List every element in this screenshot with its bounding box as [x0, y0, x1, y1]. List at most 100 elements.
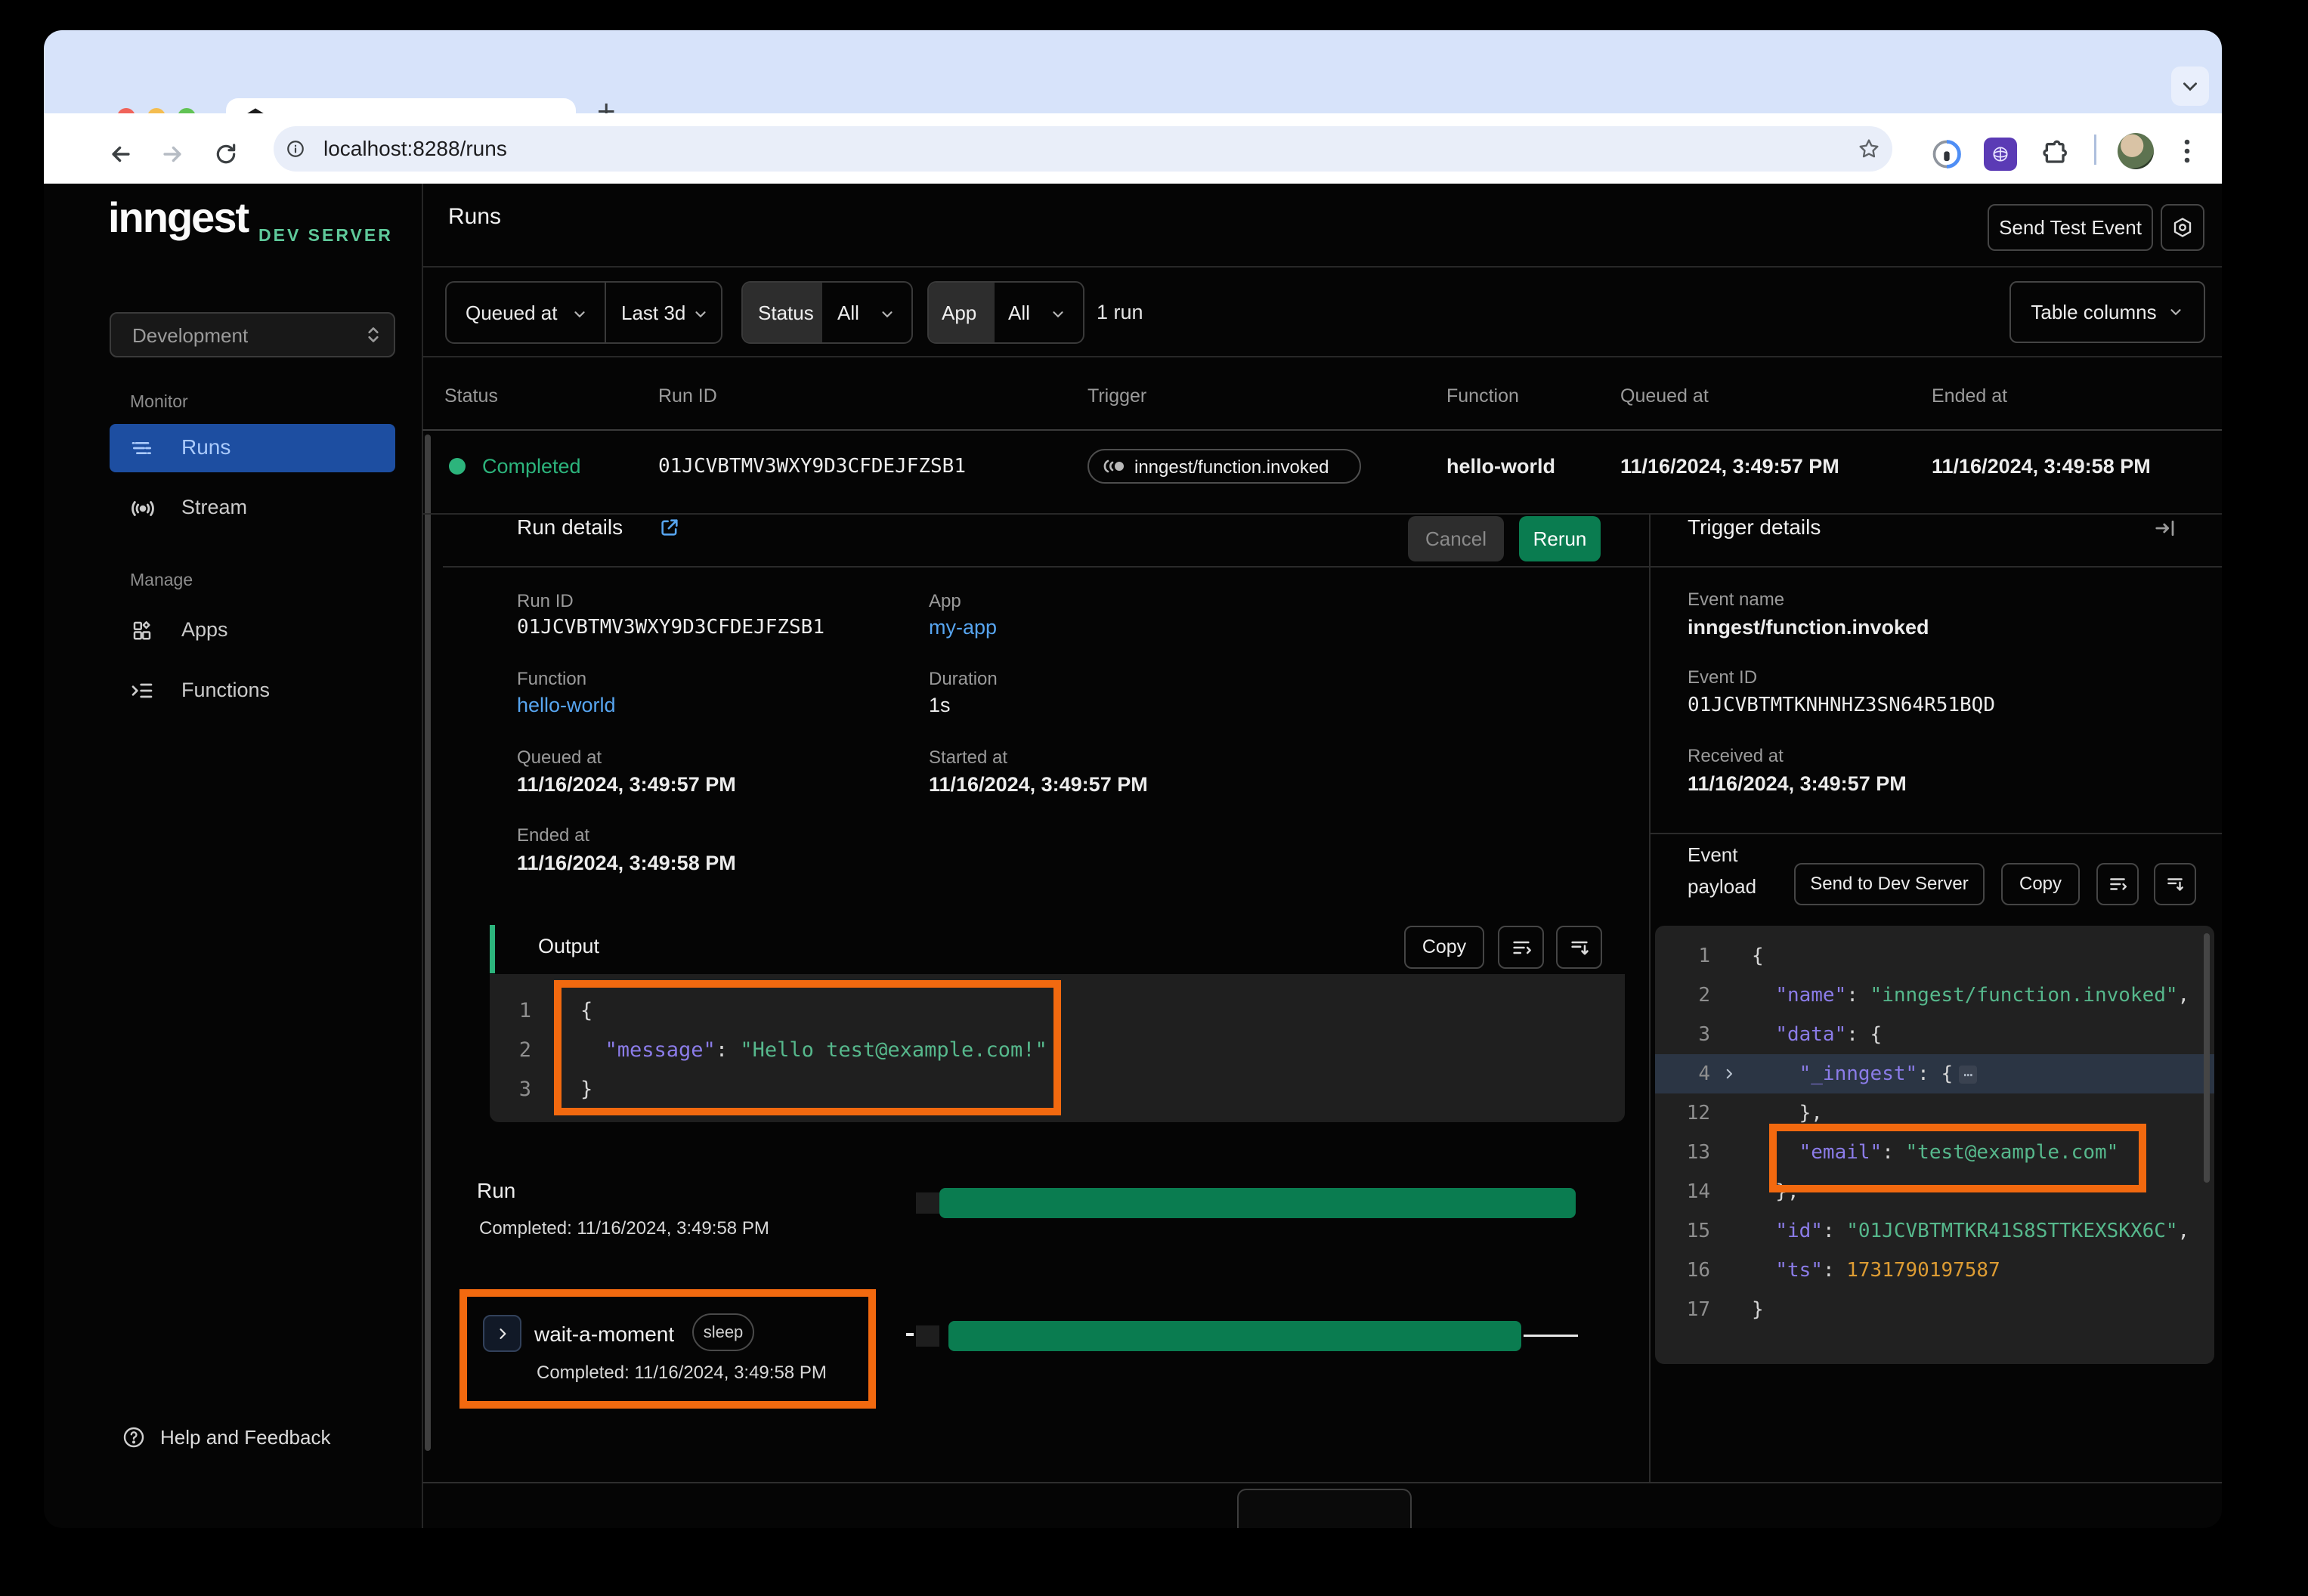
payload-wrap-text-button[interactable] [2096, 863, 2139, 905]
expand-lines-icon [1569, 937, 1590, 958]
divider [422, 1482, 2222, 1483]
status-filter-label: Status [758, 302, 814, 325]
event-name-label: Event name [1688, 589, 1784, 611]
column-header-trigger[interactable]: Trigger [1087, 385, 1146, 407]
line-number: 12 [1655, 1102, 1710, 1124]
payload-copy-button[interactable]: Copy [2001, 863, 2080, 905]
sidebar-section-monitor: Monitor [130, 391, 188, 412]
external-link-icon[interactable] [659, 517, 680, 538]
divider [422, 266, 2222, 268]
screen: Inngest Development Server × + [0, 0, 2308, 1596]
tab-search-chevron-icon[interactable] [2171, 66, 2209, 106]
bookmark-star-icon[interactable] [1856, 136, 1882, 162]
output-expand-button[interactable] [1556, 926, 1602, 969]
gear-icon [2171, 216, 2194, 239]
table-columns-button[interactable]: Table columns [2009, 281, 2205, 343]
line-number: 16 [1655, 1259, 1710, 1282]
ended-at-label: Ended at [517, 825, 589, 846]
wrap-text-icon [2108, 874, 2127, 894]
main-scrollbar[interactable] [425, 435, 431, 1451]
run-id-value: 01JCVBTMV3WXY9D3CFDEJFZSB1 [517, 616, 825, 639]
divider [1649, 833, 2222, 834]
divider [422, 356, 2222, 357]
back-icon[interactable] [107, 141, 135, 168]
browser-toolbar: localhost:8288/runs [44, 113, 2222, 184]
toolbar-divider [2094, 135, 2096, 165]
trigger-pill[interactable]: inngest/function.invoked [1087, 449, 1361, 484]
sidebar-item-functions[interactable]: Functions [110, 667, 395, 715]
status-filter[interactable]: Status All [741, 281, 913, 344]
column-header-status[interactable]: Status [444, 385, 498, 407]
help-and-feedback[interactable]: Help and Feedback [110, 1419, 427, 1457]
divider [1649, 566, 2222, 568]
collapse-chevron-icon[interactable] [1722, 1067, 1736, 1081]
column-header-ended-at[interactable]: Ended at [1932, 385, 2007, 407]
payload-scrollbar[interactable] [2204, 933, 2210, 1183]
time-filter[interactable]: Queued at Last 3d [445, 281, 722, 344]
rerun-button[interactable]: Rerun [1519, 516, 1601, 561]
line-number: 13 [1655, 1141, 1710, 1164]
app-filter[interactable]: App All [927, 281, 1084, 344]
chevron-down-icon [1050, 306, 1066, 323]
site-info-icon[interactable] [286, 139, 305, 159]
panel-divider [1649, 514, 1651, 1482]
line-number: 2 [490, 1038, 531, 1062]
function-link[interactable]: hello-world [517, 694, 616, 717]
chevron-down-icon [571, 306, 588, 323]
run-timeline-bar[interactable] [939, 1188, 1576, 1218]
code-line-4[interactable]: 4 "_inngest": {⋯ [1655, 1054, 2214, 1093]
reload-icon[interactable] [212, 141, 240, 168]
forward-icon[interactable] [159, 141, 186, 168]
purple-extension-icon[interactable] [1984, 138, 2017, 171]
row-queued-at: 11/16/2024, 3:49:57 PM [1620, 455, 1839, 478]
event-payload-label-line2: payload [1688, 875, 1756, 899]
address-bar[interactable]: localhost:8288/runs [274, 126, 1892, 172]
browser-menu-kebab-icon[interactable] [2177, 136, 2198, 166]
step-timeline-bar[interactable] [948, 1321, 1521, 1351]
status-dot [449, 458, 466, 475]
settings-gear-button[interactable] [2161, 204, 2204, 251]
line-number: 17 [1655, 1298, 1710, 1321]
expand-lines-icon [2165, 874, 2185, 894]
extensions-puzzle-icon[interactable] [2039, 138, 2072, 171]
send-to-dev-server-button[interactable]: Send to Dev Server [1794, 863, 1985, 905]
column-header-queued-at[interactable]: Queued at [1620, 385, 1709, 407]
output-wrap-text-button[interactable] [1498, 926, 1544, 969]
function-label: Function [517, 669, 586, 690]
line-number: 15 [1655, 1220, 1710, 1242]
profile-avatar[interactable] [2118, 133, 2154, 169]
run-count: 1 run [1097, 301, 1143, 324]
help-label: Help and Feedback [160, 1426, 330, 1449]
row-function: hello-world [1446, 455, 1555, 478]
app-filter-label: App [942, 302, 976, 325]
password-manager-extension-icon[interactable] [1930, 138, 1963, 171]
status-filter-value: All [837, 302, 859, 325]
table-row[interactable]: Completed 01JCVBTMV3WXY9D3CFDEJFZSB1 inn… [422, 431, 2222, 514]
payload-expand-button[interactable] [2154, 863, 2196, 905]
run-details-title: Run details [517, 515, 623, 540]
sidebar-item-runs[interactable]: Runs [110, 424, 395, 472]
step-bar-end-line [1524, 1335, 1578, 1337]
annotation-box-email-line [1769, 1124, 2146, 1192]
send-test-event-button[interactable]: Send Test Event [1988, 204, 2153, 251]
environment-select[interactable]: Development [110, 312, 395, 357]
runs-icon [130, 436, 154, 460]
apps-icon [130, 618, 154, 642]
code-line-15: 15 "id": "01JCVBTMTKR41S8STTKEXSKX6C", [1655, 1211, 2214, 1251]
column-header-function[interactable]: Function [1446, 385, 1519, 407]
column-header-run-id[interactable]: Run ID [658, 385, 717, 407]
line-number: 2 [1655, 984, 1710, 1007]
code-line-1: 1{ [1655, 936, 2214, 976]
event-trigger-icon [1103, 459, 1125, 474]
collapse-panel-icon[interactable] [2154, 517, 2177, 540]
code-content: "data": { [1710, 1023, 1882, 1046]
annotation-box-wait-a-moment [459, 1289, 876, 1409]
output-copy-button[interactable]: Copy [1404, 926, 1484, 969]
sidebar-item-stream[interactable]: Stream [110, 484, 395, 532]
queued-at-value: 11/16/2024, 3:49:57 PM [517, 773, 736, 796]
app-link[interactable]: my-app [929, 616, 997, 639]
cancel-button[interactable]: Cancel [1408, 516, 1504, 561]
sidebar-item-apps[interactable]: Apps [110, 606, 395, 654]
load-more-button[interactable] [1237, 1489, 1412, 1528]
line-number: 4 [1655, 1062, 1710, 1085]
